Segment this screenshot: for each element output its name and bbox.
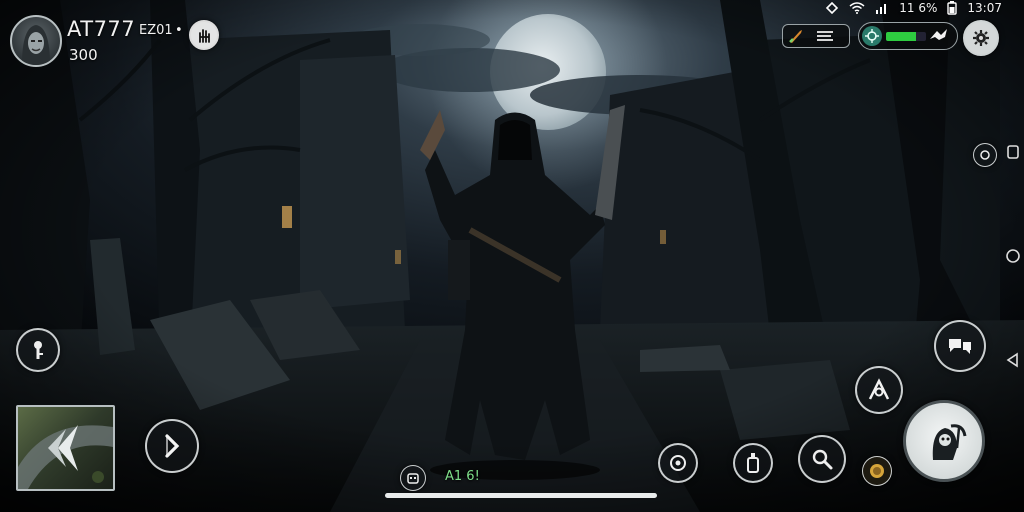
circle-icon bbox=[980, 150, 990, 160]
health-bar-fill bbox=[886, 32, 916, 41]
claw-icon bbox=[868, 378, 890, 400]
separator-dot: • bbox=[175, 23, 183, 38]
player-name: AT777 bbox=[67, 17, 136, 41]
health-bar bbox=[886, 32, 926, 41]
coin-icon bbox=[870, 464, 884, 478]
nav-recents-button[interactable] bbox=[1006, 144, 1020, 160]
bottle-button[interactable] bbox=[733, 443, 773, 483]
gear-icon bbox=[973, 30, 989, 46]
clock-time: 13:07 bbox=[967, 1, 1002, 15]
left-item-button[interactable] bbox=[16, 328, 60, 372]
key-icon bbox=[34, 341, 43, 359]
health-panel bbox=[858, 22, 958, 50]
nav-back-button[interactable] bbox=[1005, 352, 1019, 368]
attack-button[interactable] bbox=[903, 400, 985, 482]
mask-icon bbox=[407, 473, 419, 484]
battery-text: 11 6% bbox=[899, 1, 938, 15]
minimap[interactable] bbox=[16, 405, 115, 491]
crosshair-icon bbox=[862, 26, 882, 46]
target-icon bbox=[670, 455, 686, 471]
game-screen: 11 6% 13:07 AT777 EZ01 • 300 A1 6! bbox=[0, 0, 1024, 512]
player-score: 300 bbox=[69, 46, 98, 64]
weapon-slot-panel[interactable] bbox=[782, 24, 850, 48]
arrow-right-icon bbox=[165, 434, 180, 458]
special-button[interactable] bbox=[855, 366, 903, 414]
signal-icon bbox=[825, 2, 839, 14]
nav-home-button[interactable] bbox=[1005, 248, 1021, 264]
player-tag: EZ01 bbox=[139, 23, 173, 38]
status-bar: 11 6% 13:07 bbox=[825, 0, 1002, 17]
bottle-icon bbox=[747, 453, 759, 473]
coin-button[interactable] bbox=[862, 456, 892, 486]
menu-icon[interactable] bbox=[815, 29, 835, 43]
hooded-face-icon bbox=[22, 25, 50, 65]
player-avatar[interactable] bbox=[10, 15, 62, 67]
hand-action-button[interactable] bbox=[189, 20, 219, 50]
chat-button[interactable] bbox=[934, 320, 986, 372]
wifi-icon bbox=[849, 2, 865, 14]
search-icon bbox=[812, 449, 833, 470]
cellular-icon bbox=[875, 2, 889, 14]
knife-icon bbox=[789, 30, 802, 43]
ammo-label: A1 6! bbox=[445, 469, 480, 484]
reaper-icon bbox=[932, 424, 967, 460]
target-button[interactable] bbox=[658, 443, 698, 483]
dodge-button[interactable] bbox=[145, 419, 199, 473]
chat-icon bbox=[949, 339, 971, 354]
wing-icon[interactable] bbox=[929, 27, 949, 49]
mask-button[interactable] bbox=[400, 465, 426, 491]
hand-icon bbox=[199, 29, 210, 43]
battery-icon bbox=[947, 1, 958, 15]
side-small-button[interactable] bbox=[973, 143, 997, 167]
settings-button[interactable] bbox=[963, 20, 999, 56]
search-button[interactable] bbox=[798, 435, 846, 483]
home-indicator[interactable] bbox=[385, 493, 657, 498]
